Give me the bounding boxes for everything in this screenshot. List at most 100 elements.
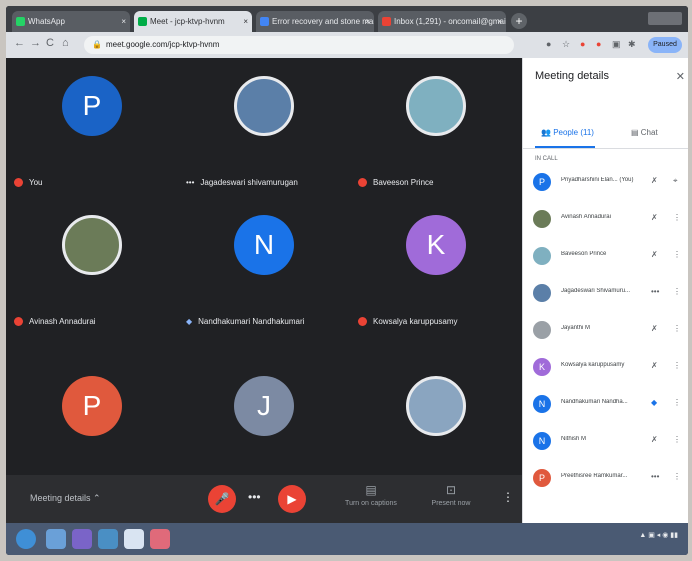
participant-name: ◆ Nandhakumari Nandhakumari	[186, 317, 305, 326]
close-icon[interactable]: ✕	[676, 70, 685, 83]
participant-tile[interactable]: N ◆ Nandhakumari Nandhakumari	[178, 197, 350, 336]
participant-tile[interactable]: K Kowsalya karuppusamy	[350, 197, 522, 336]
more-icon[interactable]: ⋮	[673, 213, 681, 222]
participant-name: Avinash Annadurai	[561, 214, 611, 220]
app-icon[interactable]	[46, 529, 66, 549]
extension-icon[interactable]: ●	[580, 39, 585, 49]
more-icon[interactable]: ⋮	[673, 472, 681, 481]
participant-tile[interactable]: P	[6, 336, 178, 475]
mic-off-icon	[14, 317, 23, 327]
mic-off-icon	[358, 317, 367, 327]
more-icon[interactable]: ⋮	[673, 324, 681, 333]
participant-tile[interactable]: ••• Jagadeswari shivamurugan	[178, 58, 350, 197]
extensions-icon[interactable]: ▣	[612, 39, 621, 50]
mic-off-icon: ✗	[651, 361, 658, 370]
more-icon[interactable]: ⋮	[673, 435, 681, 444]
profile-button[interactable]: Paused	[648, 37, 682, 53]
camera-toggle-button[interactable]: ▶	[278, 485, 306, 513]
more-options-icon[interactable]: •••	[248, 490, 261, 504]
camera-icon[interactable]: ●	[546, 39, 551, 49]
participant-name: Kowsalya karuppusamy	[561, 362, 625, 368]
more-icon[interactable]: ⋮	[673, 250, 681, 259]
tab-article[interactable]: Error recovery and stone manure ×	[256, 11, 374, 32]
captions-button[interactable]: ▤ Turn on captions	[336, 483, 406, 507]
kebab-menu-icon[interactable]: ⋮	[502, 490, 514, 504]
list-item[interactable]: Baveeson Prince ✗ ⋮	[533, 242, 683, 272]
more-icon[interactable]: ⋮	[673, 287, 681, 296]
star-icon[interactable]: ☆	[562, 39, 570, 50]
participant-tile[interactable]: P You	[6, 58, 178, 197]
list-item[interactable]: Jayanthi M ✗ ⋮	[533, 316, 683, 346]
reload-icon[interactable]: C	[46, 37, 54, 49]
list-item[interactable]: Jagadeswari Shivamuru... ••• ⋮	[533, 279, 683, 309]
chrome-icon[interactable]	[124, 529, 144, 549]
close-icon[interactable]: ×	[243, 11, 248, 32]
mic-off-icon	[358, 178, 367, 188]
mic-off-icon: ✗	[651, 435, 658, 444]
avatar	[533, 210, 551, 228]
participant-name: Preethisree Ramkumar...	[561, 473, 628, 479]
profile-label: Paused	[653, 41, 677, 48]
window-controls[interactable]	[648, 12, 682, 25]
tab-chat[interactable]: ▤ Chat	[631, 128, 658, 137]
meeting-details-button[interactable]: Meeting details ⌃	[30, 493, 101, 504]
mic-off-icon: ✗	[651, 250, 658, 259]
avatar	[533, 284, 551, 302]
system-tray[interactable]: ▲ ▣ ◂ ◉ ▮▮	[639, 531, 678, 539]
avatar	[533, 247, 551, 265]
mic-off-icon: ✗	[651, 213, 658, 222]
tab-whatsapp[interactable]: WhatsApp ×	[12, 11, 130, 32]
app-icon[interactable]	[72, 529, 92, 549]
list-item[interactable]: P Priyadharshini Elan... (You) ✗ ⌖	[533, 168, 683, 198]
mic-toggle-button[interactable]: 🎤	[208, 485, 236, 513]
close-icon[interactable]: ×	[497, 11, 502, 32]
participant-name: ••• Jagadeswari shivamurugan	[186, 178, 298, 187]
pin-icon[interactable]: ⌖	[673, 176, 678, 186]
more-horizontal-icon: •••	[651, 472, 660, 481]
participant-tile[interactable]: J	[178, 336, 350, 475]
avatar	[234, 76, 294, 136]
more-icon[interactable]: ⋮	[673, 398, 681, 407]
audio-icon: ◆	[651, 398, 658, 407]
more-horizontal-icon: •••	[651, 287, 660, 296]
tab-meet[interactable]: Meet - jcp-ktvp-hvnm ×	[134, 11, 252, 32]
home-icon[interactable]: ⌂	[62, 37, 69, 49]
avatar: K	[406, 215, 466, 275]
extension-icon[interactable]: ●	[596, 39, 601, 49]
close-icon[interactable]: ×	[365, 11, 370, 32]
screen: WhatsApp × Meet - jcp-ktvp-hvnm × Error …	[6, 6, 688, 555]
start-button[interactable]	[16, 529, 36, 549]
page-icon	[260, 17, 269, 26]
close-icon[interactable]: ×	[121, 11, 126, 32]
app-icon[interactable]	[98, 529, 118, 549]
new-tab-button[interactable]: +	[511, 13, 527, 29]
address-bar-row: ← → C ⌂ 🔒 meet.google.com/jcp-ktvp-hvnm …	[6, 32, 688, 58]
list-item[interactable]: Avinash Annadurai ✗ ⋮	[533, 205, 683, 235]
tab-label: WhatsApp	[28, 17, 65, 26]
back-icon[interactable]: ←	[14, 37, 25, 49]
tab-people[interactable]: 👥 People (11)	[541, 128, 594, 137]
avatar: N	[533, 395, 551, 413]
participant-tile[interactable]	[350, 336, 522, 475]
app-icon[interactable]	[150, 529, 170, 549]
present-button[interactable]: ⊡ Present now	[416, 483, 486, 507]
mic-off-icon: ✗	[651, 176, 658, 185]
list-item[interactable]: N Nithish M ✗ ⋮	[533, 427, 683, 457]
participant-tile[interactable]: Avinash Annadurai	[6, 197, 178, 336]
forward-icon[interactable]: →	[30, 37, 41, 49]
more-icon[interactable]: ⋮	[673, 361, 681, 370]
list-item[interactable]: K Kowsalya karuppusamy ✗ ⋮	[533, 353, 683, 383]
participant-tile[interactable]: Baveeson Prince	[350, 58, 522, 197]
meet-icon	[138, 17, 147, 26]
tab-gmail[interactable]: Inbox (1,291) - oncomail@gmail ×	[378, 11, 506, 32]
list-item[interactable]: N Nandhakumari Nandha... ◆ ⋮	[533, 390, 683, 420]
avatar	[406, 76, 466, 136]
puzzle-icon[interactable]: ✱	[628, 39, 636, 50]
participant-name: Avinash Annadurai	[14, 317, 96, 327]
panel-title: Meeting details	[535, 70, 609, 82]
list-item[interactable]: P Preethisree Ramkumar... ••• ⋮	[533, 464, 683, 494]
avatar: P	[533, 469, 551, 487]
omnibox[interactable]: 🔒 meet.google.com/jcp-ktvp-hvnm	[84, 36, 514, 54]
whatsapp-icon	[16, 17, 25, 26]
avatar: N	[533, 432, 551, 450]
